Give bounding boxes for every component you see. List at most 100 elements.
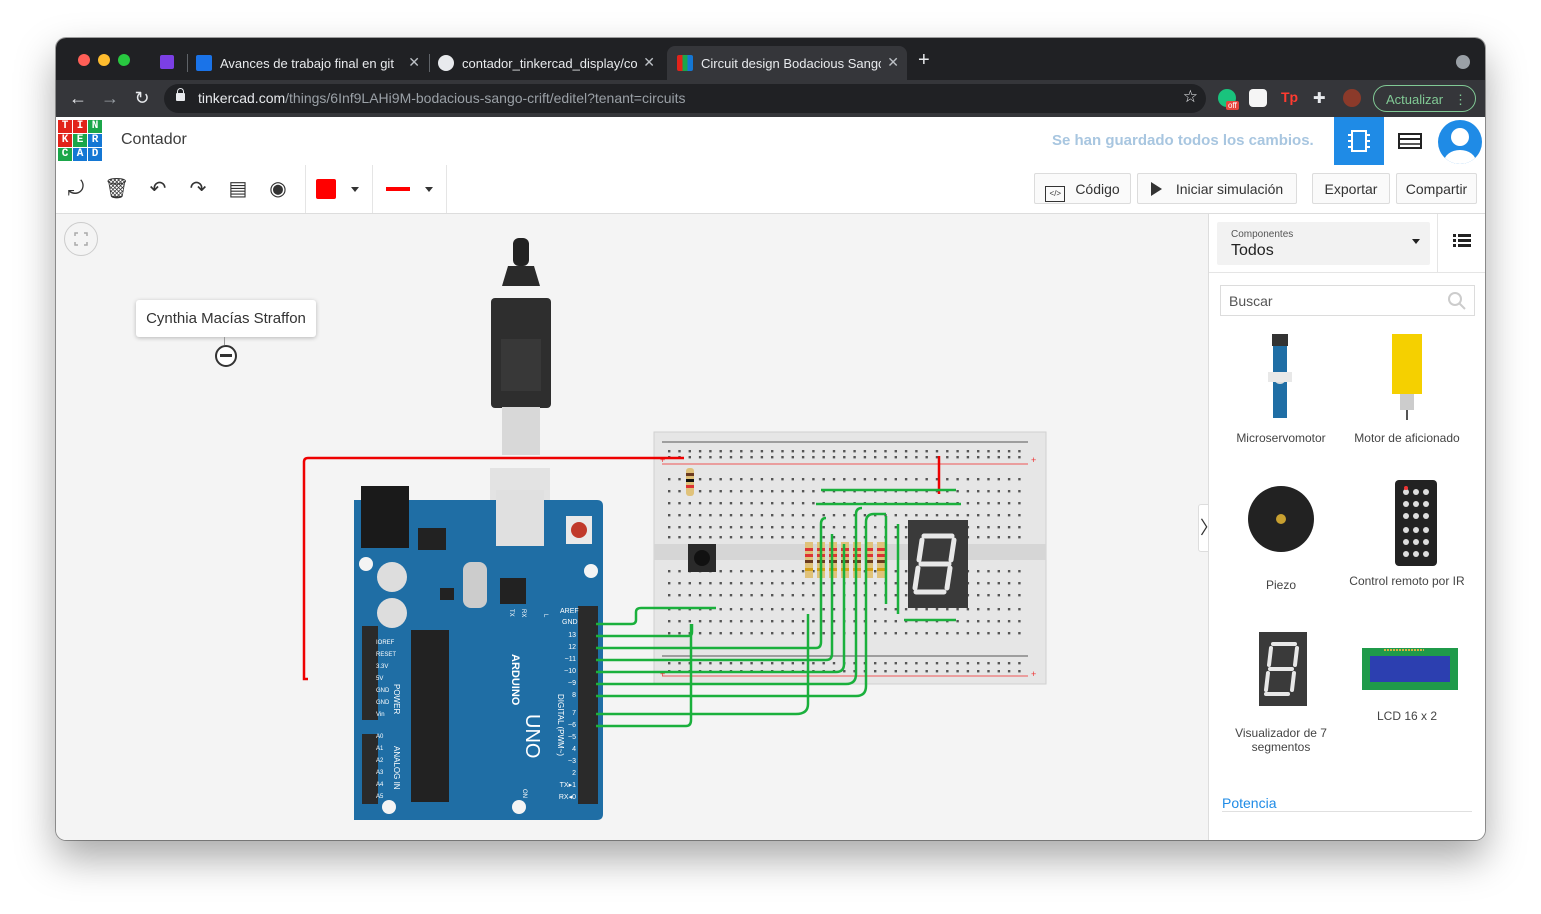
breadboard-hole [771, 620, 774, 623]
breadboard-hole [791, 620, 794, 623]
schematic-list-button[interactable] [1386, 117, 1434, 165]
circuit-view-button[interactable] [1334, 117, 1384, 165]
pushbutton[interactable] [688, 544, 716, 572]
resistor-part[interactable] [877, 560, 885, 563]
breadboard-hole [668, 620, 671, 623]
breadboard-hole [966, 662, 970, 665]
profile-avatar-icon[interactable] [1343, 89, 1361, 107]
breadboard-hole [997, 490, 1000, 493]
visibility-icon[interactable]: ◉ [266, 177, 290, 201]
wire-color-picker[interactable] [316, 179, 336, 199]
tab-tinkercad[interactable]: Circuit design Bodacious Sango ✕ [667, 46, 907, 80]
minimize-window-button[interactable] [98, 54, 110, 66]
breadboard-hole [884, 478, 887, 481]
tx-label: TX [508, 609, 514, 617]
components-dropdown[interactable]: Componentes Todos [1217, 222, 1430, 265]
extension-tp-icon[interactable]: Tp [1281, 89, 1299, 107]
simulate-label: Iniciar simulación [1175, 181, 1284, 197]
bookmark-star-icon[interactable]: ☆ [1183, 87, 1198, 107]
resistor-part[interactable] [805, 554, 813, 557]
close-icon[interactable]: ✕ [408, 54, 420, 71]
breadboard-hole [822, 526, 825, 529]
resistor-part[interactable] [805, 548, 813, 551]
resistor-part[interactable] [877, 548, 885, 551]
breadboard-hole [987, 594, 990, 597]
component-lcd[interactable]: LCD 16 x 2 [1344, 646, 1470, 723]
breadboard-hole [935, 670, 939, 673]
breadboard-hole [740, 478, 743, 481]
component-seven-segment[interactable]: Visualizador de 7 segmentos [1218, 630, 1344, 754]
user-avatar[interactable] [1438, 120, 1482, 164]
breadboard-hole [729, 490, 733, 493]
breadboard-hole [1007, 478, 1011, 481]
chevron-down-icon[interactable] [351, 187, 359, 192]
redo-icon[interactable]: ↷ [186, 177, 210, 201]
resistor-part[interactable] [877, 568, 885, 571]
breadboard-hole [997, 502, 1000, 505]
resistor-part[interactable] [805, 568, 813, 571]
close-icon[interactable]: ✕ [887, 54, 899, 71]
undo-icon[interactable]: ↶ [146, 177, 170, 201]
share-button[interactable]: Compartir [1396, 173, 1477, 204]
component-hobby-motor[interactable]: Motor de aficionado [1344, 332, 1470, 445]
breadboard-hole [853, 478, 856, 481]
close-icon[interactable]: ✕ [643, 54, 655, 71]
new-tab-button[interactable]: + [918, 49, 930, 72]
search-input[interactable]: Buscar [1220, 285, 1475, 316]
update-browser-button[interactable]: Actualizar ⋮ [1373, 85, 1476, 112]
circuit-canvas[interactable]: Cynthia Macías Straffon ARDUINO UNO DIGI… [56, 214, 1208, 840]
tab-search-icon[interactable] [160, 55, 174, 69]
breadboard-hole [997, 456, 1000, 459]
code-button[interactable]: </> Código [1034, 173, 1131, 204]
component-label: Control remoto por IR [1349, 574, 1465, 588]
component-ir-remote[interactable]: Control remoto por IR [1344, 478, 1470, 588]
breadboard-hole [894, 620, 897, 623]
wire-style-picker[interactable] [386, 187, 410, 191]
export-button[interactable]: Exportar [1312, 173, 1390, 204]
start-simulation-button[interactable]: Iniciar simulación [1137, 173, 1297, 204]
breadboard-hole [884, 608, 887, 611]
tinkercad-header: T I N K E R C A D Contador Se han guarda… [56, 117, 1485, 166]
tab-search-button[interactable] [1456, 55, 1470, 69]
zoom-window-button[interactable] [118, 54, 130, 66]
breadboard-hole [668, 514, 671, 517]
extension-l-icon[interactable] [1249, 89, 1267, 107]
breadboard-hole [832, 662, 836, 665]
breadboard-hole [729, 608, 733, 611]
breadboard-hole [668, 582, 671, 585]
seven-segment-display[interactable] [908, 520, 968, 608]
resistor-part[interactable] [805, 560, 813, 563]
lcd-icon [1362, 648, 1458, 690]
address-bar[interactable]: tinkercad.com/things/6Inf9LAHi9M-bodacio… [164, 84, 1206, 113]
breadboard-hole [832, 456, 836, 459]
breadboard-hole [781, 514, 784, 517]
project-name[interactable]: Contador [121, 131, 187, 149]
chevron-down-icon[interactable] [425, 187, 433, 192]
note-icon[interactable]: ▤ [226, 177, 250, 201]
breadboard-hole [832, 514, 836, 517]
tab-classroom[interactable]: Avances de trabajo final en git ✕ [196, 46, 428, 80]
breadboard-hole [977, 594, 980, 597]
breadboard-hole [956, 670, 959, 673]
section-title-power[interactable]: Potencia [1222, 795, 1276, 811]
back-arrow-icon[interactable]: ← [68, 88, 88, 108]
close-window-button[interactable] [78, 54, 90, 66]
trash-icon[interactable]: 🗑 [104, 177, 129, 201]
breadboard-hole [1007, 514, 1011, 517]
pullup-resistor[interactable] [686, 468, 694, 496]
tinkercad-logo[interactable]: T I N K E R C A D [58, 120, 102, 162]
rotate-icon[interactable]: ⤾ [64, 177, 88, 201]
breadboard-hole [874, 620, 877, 623]
extensions-puzzle-icon[interactable]: ✚ [1313, 89, 1331, 107]
component-piezo[interactable]: Piezo [1218, 485, 1344, 592]
reload-icon[interactable]: ↻ [132, 88, 152, 108]
component-microservo[interactable]: Microservomotor [1218, 332, 1344, 445]
list-view-icon[interactable] [1453, 234, 1471, 248]
breadboard-hole [1018, 608, 1021, 611]
tab-github[interactable]: contador_tinkercad_display/co ✕ [438, 46, 663, 80]
forward-arrow-icon[interactable]: → [100, 88, 120, 108]
breadboard-hole [956, 450, 959, 453]
breadboard-hole [750, 536, 753, 539]
breadboard-hole [1007, 450, 1011, 453]
resistor-part[interactable] [877, 554, 885, 557]
